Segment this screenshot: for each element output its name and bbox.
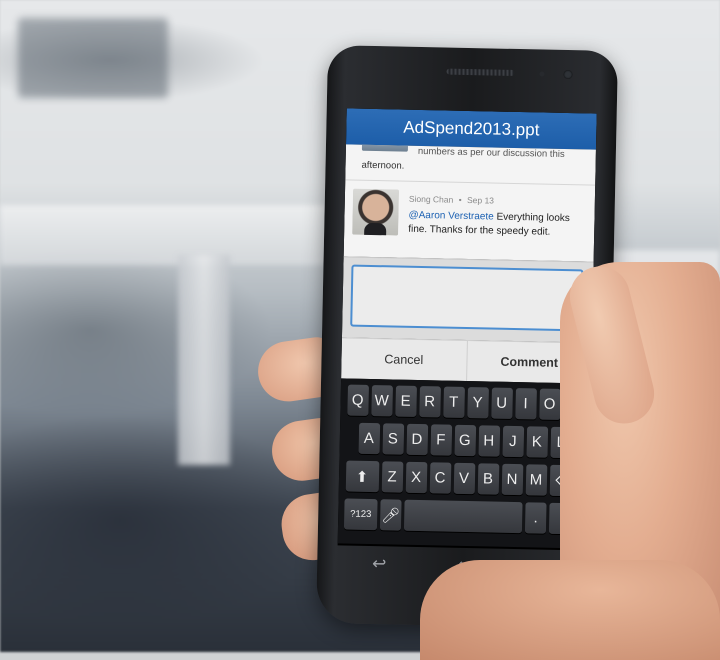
- previous-comment-text-2: afternoon.: [361, 159, 405, 172]
- background-table: [0, 205, 330, 265]
- app-title-bar: AdSpend2013.ppt: [346, 108, 597, 150]
- key[interactable]: O: [538, 388, 561, 420]
- microphone-icon: 🎤︎: [381, 506, 401, 525]
- key[interactable]: H: [478, 425, 500, 457]
- soft-keyboard: Q W E R T Y U I O P A S D F G H J K L: [337, 378, 592, 549]
- key[interactable]: B: [477, 463, 499, 495]
- period-key[interactable]: .: [524, 502, 547, 534]
- previous-comment-text: numbers as per our discussion this: [417, 145, 565, 161]
- comment-thread[interactable]: numbers as per our discussion this after…: [343, 144, 596, 262]
- comment-author[interactable]: Siong Chan: [409, 194, 454, 205]
- key[interactable]: X: [405, 461, 427, 494]
- avatar[interactable]: [352, 188, 400, 236]
- earpiece-speaker: [446, 68, 515, 76]
- comment-item: Siong Chan • Sep 13 @Aaron Verstraete Ev…: [344, 182, 595, 243]
- symbols-key[interactable]: ?123: [343, 498, 378, 531]
- key[interactable]: Y: [466, 387, 489, 419]
- key[interactable]: N: [501, 463, 523, 496]
- back-icon[interactable]: ↩: [372, 554, 387, 574]
- phone-screen: AdSpend2013.ppt numbers as per our discu…: [337, 108, 597, 551]
- key[interactable]: F: [430, 424, 452, 456]
- shift-key[interactable]: ⬆: [345, 460, 379, 493]
- key[interactable]: U: [490, 387, 513, 419]
- cancel-button[interactable]: Cancel: [341, 338, 466, 381]
- key[interactable]: S: [382, 423, 404, 455]
- microphone-key[interactable]: 🎤︎: [379, 499, 402, 531]
- key[interactable]: K: [525, 426, 548, 458]
- comment-meta: Siong Chan • Sep 13: [409, 194, 494, 206]
- mention-link[interactable]: @Aaron Verstraete: [408, 210, 493, 223]
- key[interactable]: C: [429, 462, 451, 494]
- comment-input[interactable]: [350, 264, 584, 332]
- previous-avatar: [361, 144, 409, 152]
- key[interactable]: J: [501, 425, 524, 458]
- key[interactable]: Q: [346, 384, 369, 416]
- previous-comment: numbers as per our discussion this after…: [345, 144, 596, 186]
- key[interactable]: V: [453, 462, 475, 495]
- key[interactable]: T: [442, 386, 465, 418]
- key[interactable]: D: [406, 423, 428, 456]
- document-title: AdSpend2013.ppt: [403, 117, 540, 140]
- key[interactable]: A: [358, 422, 380, 455]
- action-bar: Cancel Comment: [341, 337, 592, 384]
- key[interactable]: M: [525, 464, 547, 496]
- background-table-leg: [178, 255, 230, 465]
- hand-palm: [420, 560, 720, 660]
- space-key[interactable]: [403, 499, 523, 534]
- proximity-sensor: [539, 71, 545, 77]
- keyboard-row-2: A S D F G H J K L: [344, 422, 587, 459]
- key[interactable]: E: [394, 385, 417, 417]
- key[interactable]: R: [418, 386, 441, 418]
- comment-date: Sep 13: [466, 194, 495, 206]
- key[interactable]: I: [514, 388, 537, 420]
- keyboard-row-4: ?123 🎤︎ . ↵: [342, 498, 585, 535]
- background-monitor: [18, 18, 168, 98]
- key[interactable]: G: [454, 424, 476, 457]
- compose-area: [341, 256, 594, 343]
- front-camera: [563, 69, 573, 80]
- key[interactable]: W: [370, 385, 393, 417]
- meta-separator: •: [458, 194, 462, 205]
- comment-body: @Aaron Verstraete Everything looks fine.…: [408, 209, 587, 241]
- key[interactable]: Z: [381, 461, 403, 493]
- keyboard-row-1: Q W E R T Y U I O P: [344, 384, 587, 421]
- shift-arrow-icon: ⬆: [355, 468, 369, 486]
- keyboard-row-3: ⬆ Z X C V B N M ⌫: [343, 460, 586, 497]
